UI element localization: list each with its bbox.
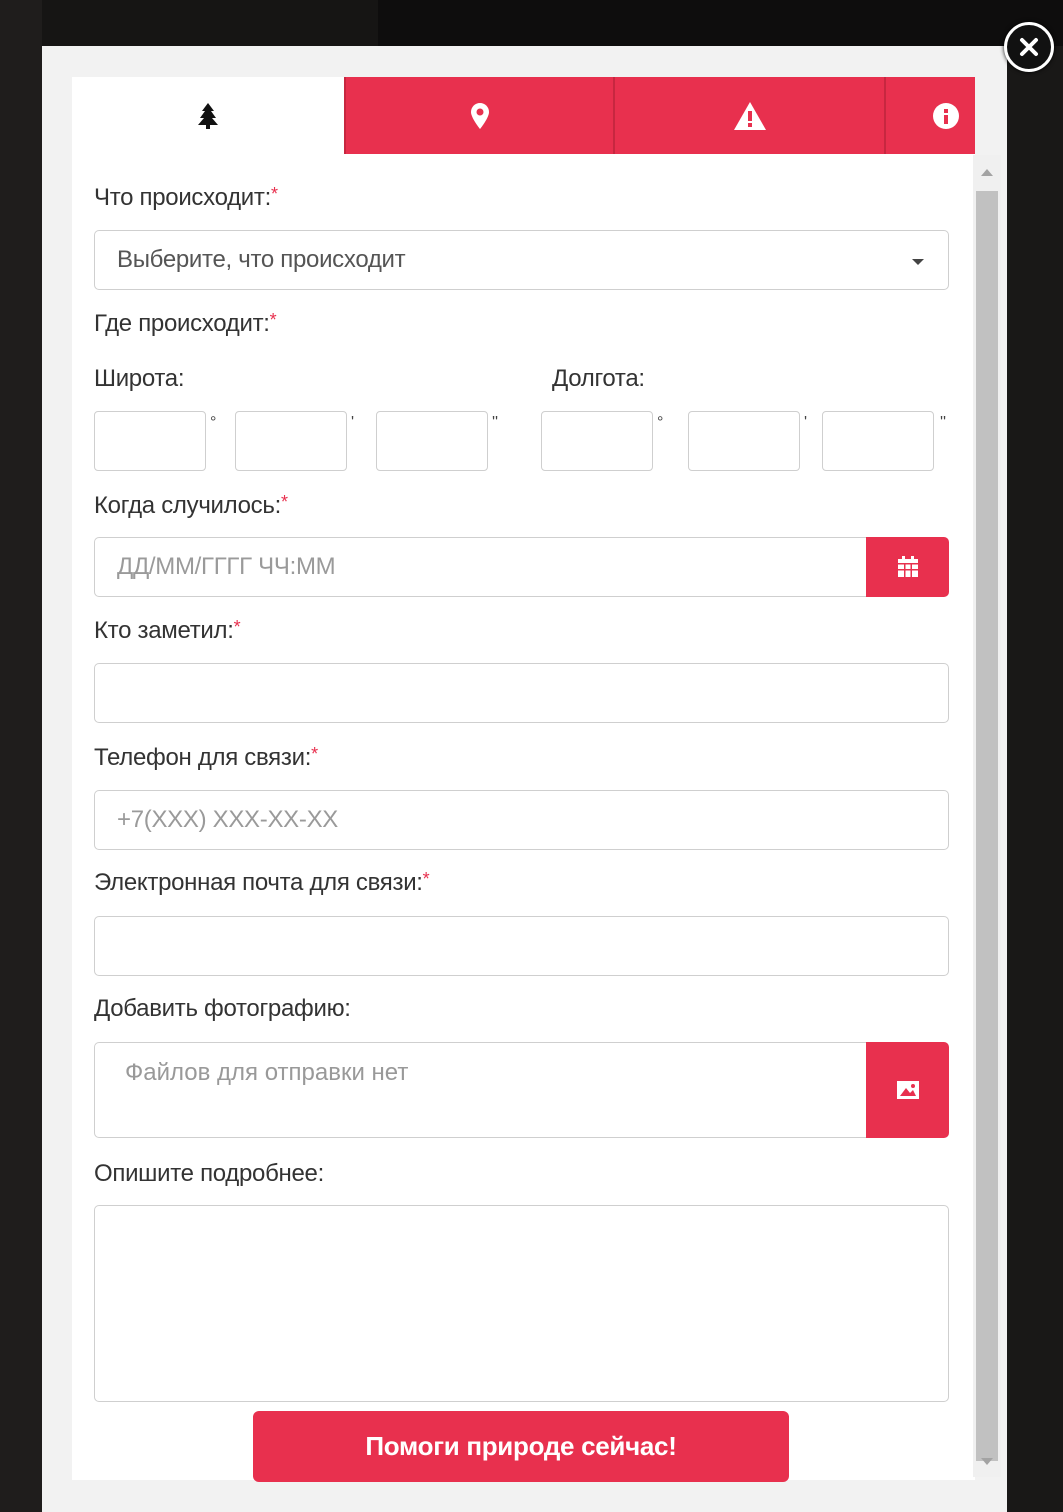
- modal-tabs: [72, 77, 975, 154]
- second-mark: '': [940, 414, 947, 431]
- info-icon: [932, 102, 959, 129]
- what-label: Что происходит:*: [94, 184, 278, 211]
- calendar-icon: [897, 556, 918, 577]
- close-icon: [1020, 38, 1038, 56]
- add-photo-button[interactable]: [866, 1042, 949, 1138]
- background-header-strip: [378, 0, 1063, 46]
- calendar-button[interactable]: [866, 537, 949, 597]
- latitude-label: Широта:: [94, 365, 185, 392]
- latitude-minutes-input[interactable]: [235, 411, 347, 471]
- photo-file-box[interactable]: Файлов для отправки нет: [94, 1042, 868, 1138]
- scroll-up-arrow[interactable]: [981, 169, 993, 176]
- background-page: [0, 0, 42, 1512]
- longitude-label: Долгота:: [552, 365, 645, 392]
- photo-label: Добавить фотографию:: [94, 995, 351, 1022]
- latitude-degrees-input[interactable]: [94, 411, 206, 471]
- warning-icon: [733, 101, 766, 130]
- background-page-right: [1005, 46, 1063, 1512]
- background-header: [0, 0, 1063, 46]
- when-label: Когда случилось:*: [94, 492, 288, 519]
- form-scrollbar[interactable]: [973, 155, 1001, 1477]
- tab-danger[interactable]: [613, 77, 884, 154]
- tab-location[interactable]: [344, 77, 613, 154]
- tree-icon: [198, 102, 218, 129]
- submit-button[interactable]: Помоги природе сейчас!: [253, 1411, 789, 1482]
- degree-mark: °: [210, 414, 217, 431]
- longitude-degrees-input[interactable]: [541, 411, 653, 471]
- image-icon: [896, 1081, 919, 1099]
- date-time-input[interactable]: [94, 537, 868, 597]
- phone-input[interactable]: [94, 790, 949, 850]
- second-mark: '': [492, 414, 499, 431]
- tab-nature[interactable]: [72, 77, 344, 154]
- phone-label: Телефон для связи:*: [94, 744, 318, 771]
- what-select-value: Выберите, что происходит: [117, 246, 406, 273]
- scroll-thumb[interactable]: [976, 191, 998, 1461]
- email-input[interactable]: [94, 916, 949, 976]
- minute-mark: ': [351, 414, 355, 431]
- describe-label: Опишите подробнее:: [94, 1160, 324, 1187]
- email-label: Электронная почта для связи:*: [94, 869, 430, 896]
- where-label: Где происходит:*: [94, 310, 277, 337]
- what-select[interactable]: Выберите, что происходит: [94, 230, 949, 290]
- who-noticed-input[interactable]: [94, 663, 949, 723]
- tab-info[interactable]: [884, 77, 975, 154]
- chevron-down-icon: [912, 259, 924, 265]
- latitude-seconds-input[interactable]: [376, 411, 488, 471]
- longitude-seconds-input[interactable]: [822, 411, 934, 471]
- photo-status-text: Файлов для отправки нет: [125, 1059, 409, 1086]
- close-button[interactable]: [1004, 22, 1054, 72]
- description-textarea[interactable]: [94, 1205, 949, 1402]
- minute-mark: ': [804, 414, 808, 431]
- degree-mark: °: [657, 414, 664, 431]
- who-label: Кто заметил:*: [94, 617, 241, 644]
- scroll-down-arrow[interactable]: [981, 1458, 993, 1465]
- longitude-minutes-input[interactable]: [688, 411, 800, 471]
- map-marker-icon: [470, 102, 489, 129]
